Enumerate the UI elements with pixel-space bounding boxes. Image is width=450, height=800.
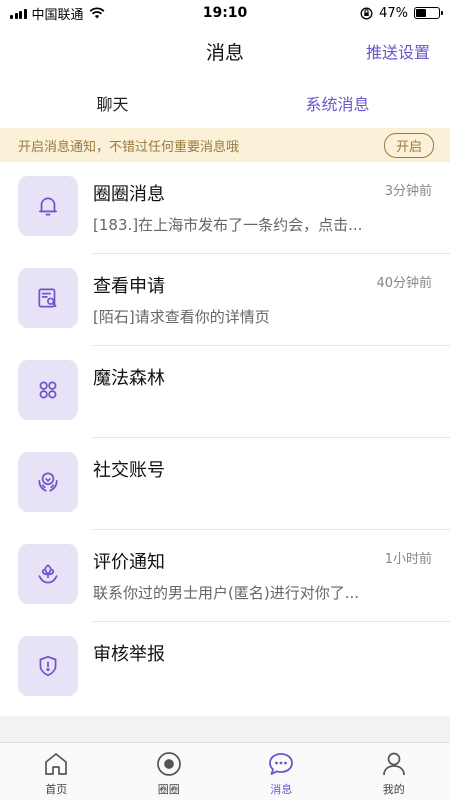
item-preview: 联系你过的男士用户(匿名)进行对你了... xyxy=(93,584,360,602)
battery-percent: 47% xyxy=(379,5,408,21)
nav-profile[interactable]: 我的 xyxy=(338,743,450,800)
item-title: 圈圈消息 xyxy=(93,184,165,205)
push-settings-button[interactable]: 推送设置 xyxy=(366,39,430,63)
circle-dot-icon xyxy=(156,752,181,776)
page-title: 消息 xyxy=(205,41,244,64)
notification-banner-text: 开启消息通知，不错过任何重要消息哦 xyxy=(18,139,240,155)
item-time: 3分钟前 xyxy=(384,184,432,199)
battery-level xyxy=(416,9,427,17)
rotation-lock-icon xyxy=(360,7,373,19)
nav-label: 我的 xyxy=(382,783,405,796)
item-preview: [陌石]请求查看你的详情页 xyxy=(93,308,270,326)
list-item-magic-forest[interactable]: 魔法森林 xyxy=(0,346,450,438)
item-title: 查看申请 xyxy=(93,276,165,297)
list-item-circle-messages[interactable]: 圈圈消息 3分钟前 [183.]在上海市发布了一条约会，点击... xyxy=(0,162,450,254)
signal-icon xyxy=(10,7,27,19)
flower-hands-icon xyxy=(18,544,78,604)
header: 消息 推送设置 xyxy=(0,26,450,76)
tab-system-messages[interactable]: 系统消息 xyxy=(225,80,450,126)
bottom-navigation: 首页 圈圈 消息 我的 xyxy=(0,742,450,800)
item-title: 审核举报 xyxy=(93,644,165,665)
bell-icon xyxy=(18,176,78,236)
item-time: 40分钟前 xyxy=(376,276,432,291)
nav-label: 消息 xyxy=(270,783,293,796)
status-left: 中国联通 xyxy=(10,4,105,23)
hands-heart-icon xyxy=(18,452,78,512)
nav-circle[interactable]: 圈圈 xyxy=(113,743,226,800)
item-preview: [183.]在上海市发布了一条约会，点击... xyxy=(93,216,363,234)
nav-label: 圈圈 xyxy=(157,783,180,796)
item-title: 社交账号 xyxy=(93,460,165,481)
wifi-icon xyxy=(89,7,104,19)
message-list: 圈圈消息 3分钟前 [183.]在上海市发布了一条约会，点击... 查看申请 4… xyxy=(0,162,450,714)
tab-bar: 聊天 系统消息 xyxy=(0,80,450,126)
list-item-audit-reports[interactable]: 审核举报 xyxy=(0,622,450,714)
status-right: 47% xyxy=(360,5,443,21)
document-search-icon xyxy=(18,268,78,328)
clover-icon xyxy=(18,360,78,420)
status-bar: 中国联通 19:10 47% xyxy=(0,0,450,26)
person-icon xyxy=(382,752,405,776)
list-item-view-requests[interactable]: 查看申请 40分钟前 [陌石]请求查看你的详情页 xyxy=(0,254,450,346)
notification-banner: 开启消息通知，不错过任何重要消息哦 开启 xyxy=(0,128,450,162)
list-footer-spacer xyxy=(0,716,450,742)
nav-label: 首页 xyxy=(45,783,68,796)
shield-alert-icon xyxy=(18,636,78,696)
list-item-social-accounts[interactable]: 社交账号 xyxy=(0,438,450,530)
battery-icon xyxy=(414,7,443,19)
status-time: 19:10 xyxy=(202,5,248,21)
tab-chat[interactable]: 聊天 xyxy=(0,80,225,126)
list-item-review-notifications[interactable]: 评价通知 1小时前 联系你过的男士用户(匿名)进行对你了... xyxy=(0,530,450,622)
nav-home[interactable]: 首页 xyxy=(0,743,113,800)
item-time: 1小时前 xyxy=(384,552,432,567)
item-title: 评价通知 xyxy=(93,552,165,573)
nav-messages[interactable]: 消息 xyxy=(225,743,338,800)
chat-bubble-icon xyxy=(269,753,294,775)
enable-notifications-button[interactable]: 开启 xyxy=(383,132,434,158)
item-title: 魔法森林 xyxy=(93,368,165,389)
carrier-label: 中国联通 xyxy=(31,7,84,23)
home-icon xyxy=(45,753,68,775)
